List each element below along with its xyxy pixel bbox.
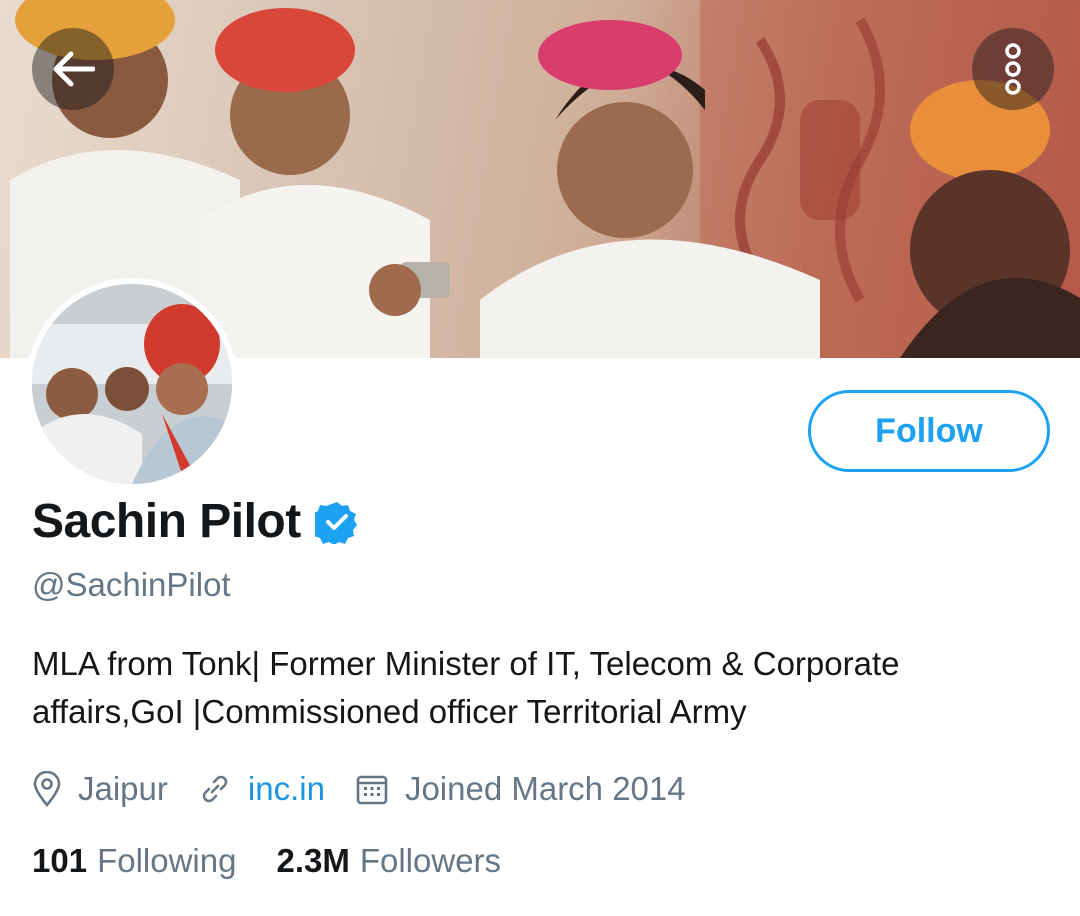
profile-name: Sachin Pilot (32, 495, 301, 548)
website-item[interactable]: inc.in (198, 770, 325, 808)
profile-bio: MLA from Tonk| Former Minister of IT, Te… (32, 645, 900, 730)
location-text: Jaipur (78, 770, 168, 807)
link-icon (202, 775, 228, 803)
joined-text: Joined March 2014 (404, 770, 686, 807)
followers-label: Followers (359, 842, 502, 879)
profile-name-row: Sachin Pilot (32, 494, 359, 549)
followers-count: 2.3M (276, 842, 350, 879)
profile-handle: @SachinPilot (32, 566, 231, 603)
joined-item: Joined March 2014 (355, 770, 686, 808)
back-button[interactable] (32, 28, 114, 110)
more-options-button[interactable] (972, 28, 1054, 110)
verified-badge-icon (314, 501, 357, 544)
arrow-left-icon (53, 51, 95, 87)
location-item: Jaipur (32, 770, 168, 808)
follow-button[interactable]: Follow (808, 390, 1050, 472)
location-pin-icon (33, 771, 61, 807)
more-vertical-icon (1005, 43, 1021, 95)
website-link[interactable]: inc.in (248, 770, 325, 808)
calendar-icon (356, 775, 388, 805)
following-count: 101 (32, 842, 88, 879)
following-stat[interactable]: 101 Following (32, 842, 236, 880)
profile-avatar[interactable] (26, 278, 238, 490)
profile-meta: Jaipur inc.in Joined March 2014 (32, 765, 716, 813)
following-label: Following (97, 842, 237, 879)
followers-stat[interactable]: 2.3M Followers (276, 842, 501, 880)
profile-stats: 101 Following 2.3M Followers (32, 842, 541, 880)
avatar-image (32, 284, 232, 484)
